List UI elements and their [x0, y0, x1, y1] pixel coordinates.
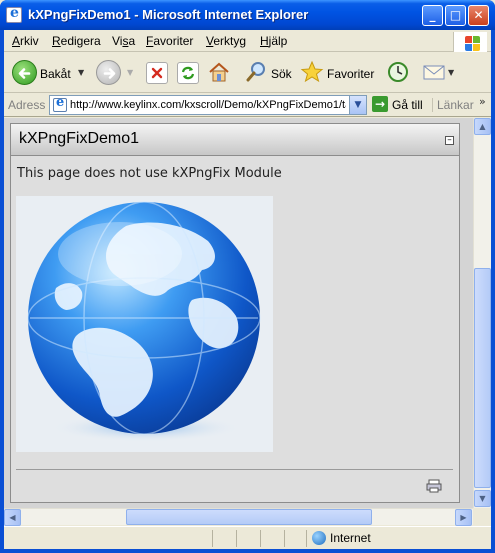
menu-verktyg[interactable]: Verktyg	[206, 34, 246, 48]
forward-arrow-icon	[103, 68, 116, 79]
horizontal-scroll-thumb[interactable]	[126, 509, 372, 525]
page-icon	[53, 95, 67, 112]
stop-icon	[151, 67, 163, 79]
address-url[interactable]: http://www.keylinx.com/kxscroll/Demo/kXP…	[70, 99, 346, 111]
favorites-button[interactable]	[300, 60, 324, 83]
globe-icon	[27, 201, 261, 442]
module-header: kXPngFixDemo1 –	[11, 124, 459, 156]
forward-button[interactable]	[96, 60, 121, 85]
scroll-right-button[interactable]: ▶	[455, 509, 472, 526]
globe-image	[16, 196, 273, 452]
vertical-scrollbar[interactable]: ▲ ▼	[473, 118, 491, 508]
minimize-button[interactable]: _	[422, 5, 443, 26]
collapse-icon[interactable]: –	[445, 136, 454, 145]
address-field[interactable]: http://www.keylinx.com/kxscroll/Demo/kXP…	[49, 95, 367, 115]
mail-button[interactable]	[422, 60, 445, 82]
stop-button[interactable]	[146, 62, 168, 84]
search-button[interactable]	[244, 60, 266, 82]
page-viewport: kXPngFixDemo1 – This page does not use k…	[4, 118, 473, 508]
module-container: kXPngFixDemo1 – This page does not use k…	[10, 123, 460, 503]
history-icon	[388, 62, 408, 82]
back-button[interactable]	[12, 60, 37, 85]
address-dropdown-icon[interactable]: ▼	[349, 96, 366, 114]
security-zone-label: Internet	[330, 531, 371, 545]
go-arrow-icon[interactable]: →	[372, 96, 388, 112]
maximize-button[interactable]: □	[445, 5, 466, 26]
status-divider	[236, 530, 237, 547]
refresh-button[interactable]	[177, 62, 199, 84]
ie-app-icon[interactable]	[6, 5, 22, 23]
forward-dropdown-icon[interactable]: ▼	[127, 68, 133, 77]
address-bar: Adress http://www.keylinx.com/kxscroll/D…	[4, 93, 491, 117]
mail-dropdown-icon[interactable]: ▼	[448, 68, 454, 77]
scroll-up-button[interactable]: ▲	[474, 118, 491, 135]
standard-toolbar: Bakåt ▼ ▼ Sök Favoriter ▼	[4, 52, 491, 93]
scroll-down-button[interactable]: ▼	[474, 490, 491, 507]
back-dropdown-icon[interactable]: ▼	[78, 68, 84, 77]
status-divider	[306, 530, 307, 547]
history-button[interactable]	[386, 60, 408, 82]
star-icon	[300, 60, 324, 83]
module-description: This page does not use kXPngFix Module	[17, 166, 282, 181]
links-chevron-icon[interactable]: »	[479, 95, 486, 108]
module-title: kXPngFixDemo1	[19, 130, 140, 147]
address-label: Adress	[8, 98, 46, 112]
menu-arkiv[interactable]: Arkiv	[12, 34, 39, 48]
menu-redigera[interactable]: Redigera	[52, 34, 101, 48]
browser-window: kXPngFixDemo1 - Microsoft Internet Explo…	[0, 0, 495, 553]
internet-zone-icon	[312, 531, 326, 545]
module-divider	[16, 469, 453, 470]
status-divider	[260, 530, 261, 547]
print-icon[interactable]	[426, 479, 442, 493]
horizontal-scrollbar[interactable]: ◀ ▶	[4, 508, 473, 526]
search-icon	[246, 62, 265, 82]
status-divider	[212, 530, 213, 547]
menu-bar: Arkiv Redigera Visa Favoriter Verktyg Hj…	[4, 30, 491, 52]
back-label[interactable]: Bakåt	[40, 67, 71, 81]
vertical-scroll-thumb[interactable]	[474, 268, 491, 488]
go-button[interactable]: Gå till	[392, 98, 423, 112]
search-label[interactable]: Sök	[271, 67, 292, 81]
mail-icon	[423, 65, 445, 80]
browser-frame: Arkiv Redigera Visa Favoriter Verktyg Hj…	[4, 30, 491, 549]
links-button[interactable]: Länkar	[432, 98, 474, 112]
menu-favoriter[interactable]: Favoriter	[146, 34, 193, 48]
back-arrow-icon	[18, 68, 31, 79]
favorites-label[interactable]: Favoriter	[327, 67, 374, 81]
refresh-icon	[181, 66, 195, 80]
windows-logo-icon	[453, 32, 487, 52]
menu-hjalp[interactable]: Hjälp	[260, 34, 287, 48]
scrollbar-corner	[473, 508, 491, 525]
close-button[interactable]: ✕	[468, 5, 489, 26]
window-title: kXPngFixDemo1 - Microsoft Internet Explo…	[28, 7, 309, 22]
status-divider	[284, 530, 285, 547]
home-icon	[209, 62, 229, 82]
menu-visa[interactable]: Visa	[112, 34, 135, 48]
title-bar[interactable]: kXPngFixDemo1 - Microsoft Internet Explo…	[0, 0, 495, 30]
home-button[interactable]	[207, 60, 229, 82]
scroll-left-button[interactable]: ◀	[4, 509, 21, 526]
status-bar: Internet	[4, 526, 491, 549]
